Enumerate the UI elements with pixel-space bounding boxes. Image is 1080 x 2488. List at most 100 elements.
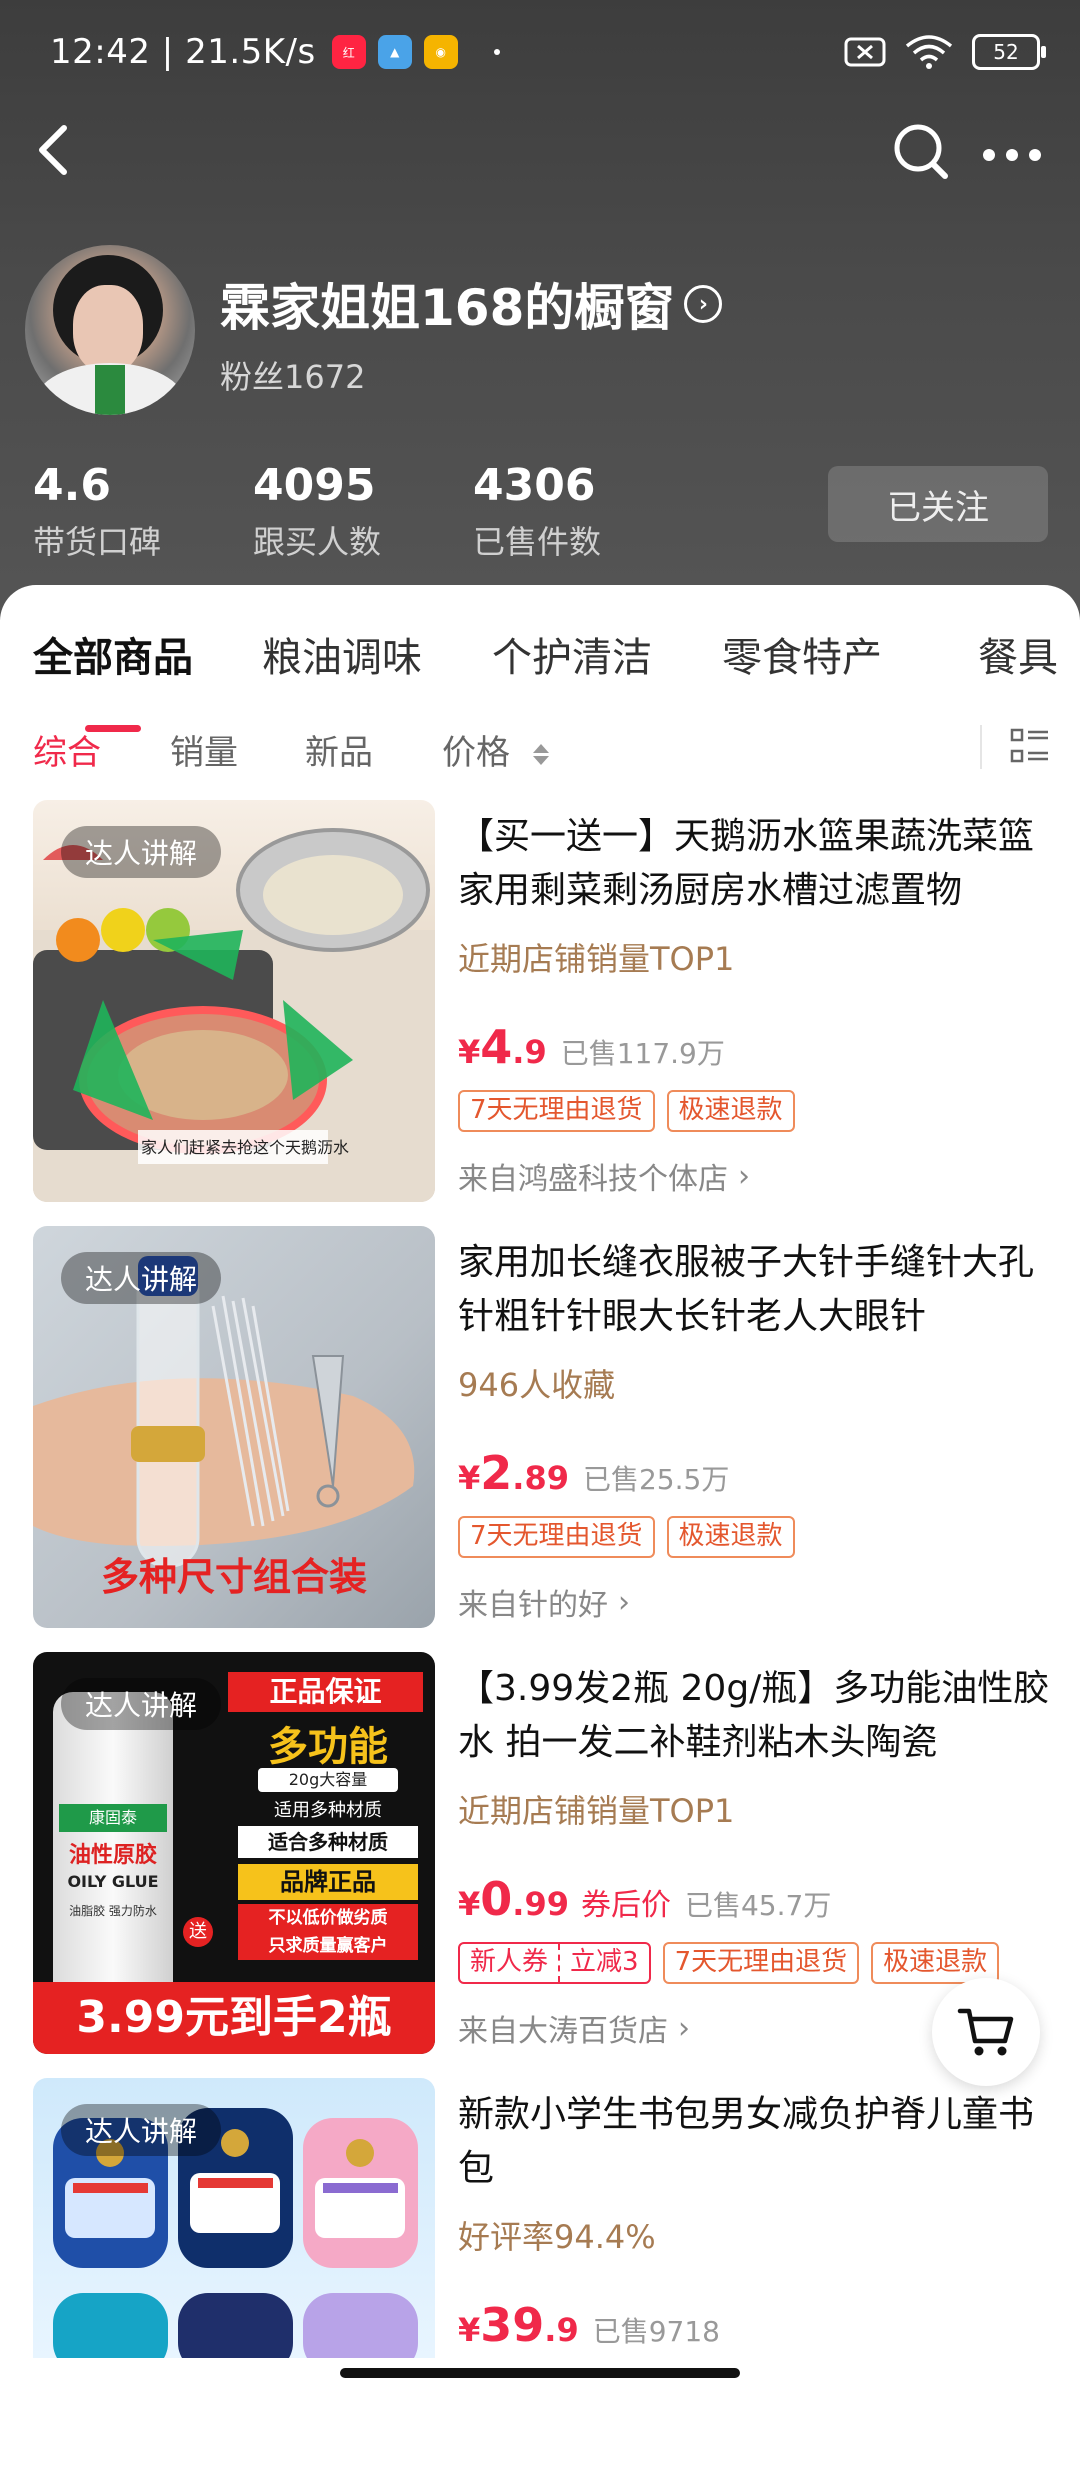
sold-count: 已售45.7万 [684, 1889, 832, 1922]
sim-off-icon [844, 37, 886, 67]
product-highlight: 近期店铺销量TOP1 [458, 1792, 735, 1830]
tag-7day-return: 7天无理由退货 [662, 1942, 860, 1984]
tag-fast-refund: 极速退款 [666, 1516, 795, 1558]
product-title[interactable]: 【3.99发2瓶 20g/瓶】多功能油性胶水 拍一发二补鞋剂粘木头陶瓷 [458, 1662, 1058, 1770]
genuine-label: 正品保证 [228, 1672, 423, 1712]
product-price: ¥0.99 [458, 1872, 569, 1926]
search-icon[interactable] [892, 122, 950, 182]
chevron-right-icon: › [684, 285, 723, 323]
store-avatar[interactable] [25, 245, 195, 415]
thumb-caption: 家人们赶紧去抢这个天鹅沥水 [141, 1138, 350, 1157]
product-title[interactable]: 【买一送一】天鹅沥水篮果蔬洗菜篮家用剩菜剩汤厨房水槽过滤置物 [458, 810, 1058, 918]
weibo-icon: ◉ [423, 35, 458, 69]
store-header: 12:42 | 21.5K/s 红 ▲ ◉ 52 霖家姐姐168的橱窗 › 粉丝… [0, 0, 1080, 620]
product-card[interactable]: 达人讲解 新款小学生书包男女减负护脊儿童书包 好评率94.4% ¥39.9 已售… [0, 2078, 1080, 2488]
chevron-right-icon: › [738, 1158, 750, 1194]
product-card[interactable]: 康固泰 油性原胶 OILY GLUE 油脂胶 强力防水 送 正品保证 多功能 2… [0, 1652, 1080, 2062]
bottle-label-en: OILY GLUE [67, 1872, 159, 1891]
sort-arrows-icon [532, 744, 549, 765]
product-price: ¥4.9 [458, 1020, 547, 1074]
wifi-icon [905, 35, 953, 69]
battery-icon: 52 [972, 34, 1046, 70]
cart-button[interactable] [932, 1978, 1040, 2086]
tab-tableware[interactable]: 餐具 [978, 625, 1058, 683]
sort-comprehensive[interactable]: 综合 [33, 725, 101, 774]
product-title[interactable]: 家用加长缝衣服被子大针手缝针大孔针粗针针眼大长针老人大眼针 [458, 1236, 1058, 1344]
sold-count: 已售117.9万 [560, 1037, 725, 1070]
shop-link[interactable]: 来自鸿盛科技个体店 › [458, 1154, 750, 1198]
quality-banner: 不以低价做劣质 只求质量赢客户 [238, 1904, 418, 1960]
bottle-features: 油脂胶 强力防水 [69, 1904, 157, 1918]
more-icon[interactable] [982, 148, 1042, 162]
fans-count: 粉丝1672 [220, 358, 366, 396]
service-tags: 7天无理由退货 极速退款 [458, 1516, 795, 1558]
stat-sold: 4306 已售件数 [473, 460, 602, 561]
expert-explain-badge: 达人讲解 [61, 826, 222, 878]
product-image[interactable]: 康固泰 油性原胶 OILY GLUE 油脂胶 强力防水 送 正品保证 多功能 2… [33, 1652, 435, 2054]
product-card[interactable]: 家人们赶紧去抢这个天鹅沥水 达人讲解 【买一送一】天鹅沥水篮果蔬洗菜篮家用剩菜剩… [0, 800, 1080, 1210]
product-price: ¥2.89 [458, 1446, 569, 1500]
sold-count: 已售9718 [592, 2315, 720, 2348]
multifunction-label: 多功能 [268, 1724, 388, 1770]
after-coupon-label: 券后价 [580, 1888, 671, 1923]
cart-icon [957, 2008, 1014, 2056]
chevron-right-icon: › [678, 2010, 690, 2046]
product-highlight: 近期店铺销量TOP1 [458, 940, 735, 978]
home-indicator[interactable] [340, 2368, 740, 2378]
stat-rating: 4.6 带货口碑 [33, 460, 162, 561]
promo-banner: 3.99元到手2瓶 [33, 1982, 435, 2054]
store-name[interactable]: 霖家姐姐168的橱窗 › [220, 268, 723, 340]
chevron-right-icon: › [618, 1584, 630, 1620]
shop-link[interactable]: 来自大涛百货店 › [458, 2006, 690, 2050]
sort-bar: 综合 销量 新品 价格 [0, 725, 1080, 795]
stat-buyers: 4095 跟买人数 [253, 460, 382, 561]
product-image[interactable]: 多种尺寸组合装 达人讲解 [33, 1226, 435, 1628]
product-highlight: 好评率94.4% [458, 2218, 656, 2256]
product-highlight: 946人收藏 [458, 1366, 616, 1404]
product-image[interactable]: 家人们赶紧去抢这个天鹅沥水 达人讲解 [33, 800, 435, 1202]
price-row: ¥4.9 已售117.9万 [458, 1020, 725, 1074]
materials-banner: 适合多种材质 [238, 1826, 418, 1858]
sort-new[interactable]: 新品 [305, 725, 373, 774]
product-card[interactable]: 多种尺寸组合装 达人讲解 家用加长缝衣服被子大针手缝针大孔针粗针针眼大长针老人大… [0, 1226, 1080, 1636]
expert-explain-badge: 达人讲解 [61, 2104, 222, 2156]
category-tabs: 全部商品 粮油调味 个护清洁 零食特产 餐具 [0, 625, 1080, 732]
capacity-label: 20g大容量 [258, 1768, 398, 1792]
product-price: ¥39.9 [458, 2298, 579, 2352]
brand-banner: 品牌正品 [238, 1864, 418, 1900]
tag-fast-refund: 极速退款 [666, 1090, 795, 1132]
app-icon: ▲ [377, 35, 412, 69]
notification-dot [493, 49, 500, 55]
xiaohongshu-icon: 红 [331, 35, 366, 69]
expert-explain-badge: 达人讲解 [61, 1678, 222, 1730]
product-image[interactable]: 达人讲解 [33, 2078, 435, 2358]
tab-snacks[interactable]: 零食特产 [722, 625, 882, 683]
product-title[interactable]: 新款小学生书包男女减负护脊儿童书包 [458, 2088, 1058, 2196]
tab-grain-oil[interactable]: 粮油调味 [262, 625, 422, 683]
sort-sales[interactable]: 销量 [170, 725, 238, 774]
expert-explain-badge: 达人讲解 [61, 1252, 222, 1304]
tag-7day-return: 7天无理由退货 [458, 1090, 655, 1132]
status-time: 12:42 | 21.5K/s [50, 32, 316, 72]
bottle-brand: 康固泰 [59, 1804, 167, 1832]
bottle-label: 油性原胶 [68, 1843, 157, 1868]
sort-price-label: 价格 [442, 733, 510, 773]
follow-button[interactable]: 已关注 [828, 466, 1048, 542]
sold-count: 已售25.5万 [582, 1463, 730, 1496]
coupon-tag[interactable]: 新人券 立减3 [458, 1942, 651, 1984]
status-bar: 12:42 | 21.5K/s 红 ▲ ◉ 52 [50, 28, 1046, 76]
material-label: 适用多种材质 [274, 1800, 382, 1821]
thumb-caption: 多种尺寸组合装 [100, 1555, 367, 1599]
price-row: ¥2.89 已售25.5万 [458, 1446, 729, 1500]
price-row: ¥39.9 已售9718 [458, 2298, 720, 2352]
tab-all-products[interactable]: 全部商品 [33, 625, 193, 683]
service-tags: 7天无理由退货 极速退款 [458, 1090, 795, 1132]
sort-price[interactable]: 价格 [442, 725, 549, 774]
glue-bottle: 康固泰 油性原胶 OILY GLUE 油脂胶 强力防水 [53, 1692, 173, 2022]
shop-link[interactable]: 来自针的好 › [458, 1580, 630, 1624]
back-arrow-icon[interactable] [30, 120, 80, 180]
tab-personal-care[interactable]: 个护清洁 [492, 625, 652, 683]
list-layout-icon[interactable] [1010, 727, 1050, 767]
tag-7day-return: 7天无理由退货 [458, 1516, 655, 1558]
gift-badge: 送 [183, 1917, 213, 1947]
